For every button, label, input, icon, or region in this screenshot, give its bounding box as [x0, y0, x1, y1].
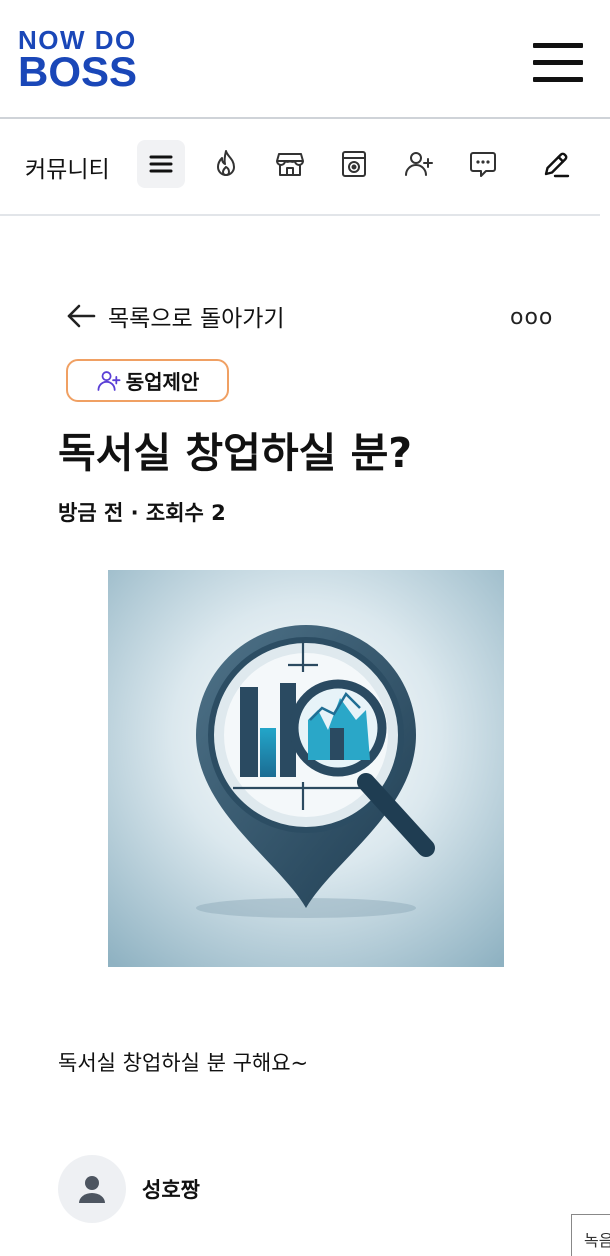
user-avatar-icon — [58, 1155, 126, 1223]
category-bar: 커뮤니티 — [0, 121, 600, 216]
post-body: 독서실 창업하실 분 구해요~ — [58, 1051, 309, 1075]
corner-widget[interactable]: 녹음 — [571, 1214, 610, 1256]
category-tag: 동업제안 — [66, 359, 229, 402]
post-image — [108, 570, 504, 967]
back-to-list-link[interactable]: 목록으로 돌아가기 — [64, 299, 285, 333]
user-plus-icon — [97, 370, 121, 391]
post-title: 독서실 창업하실 분? — [58, 429, 413, 477]
tag-label: 동업제안 — [125, 370, 200, 394]
pencil-icon[interactable] — [532, 140, 580, 188]
author-info[interactable]: 성호짱 — [58, 1155, 200, 1223]
post-meta: 방금 전 · 조회수 2 — [58, 501, 226, 525]
list-icon[interactable] — [137, 140, 185, 188]
site-header: NOW DO BOSS — [0, 0, 610, 119]
location-magnifier-illustration — [108, 570, 504, 967]
user-plus-icon[interactable] — [395, 140, 443, 188]
hamburger-menu-icon[interactable] — [533, 43, 583, 83]
arrow-left-icon — [67, 304, 96, 328]
fire-icon[interactable] — [202, 140, 250, 188]
logo-line2: BOSS — [18, 48, 138, 95]
chat-bubble-icon[interactable] — [459, 140, 507, 188]
site-logo[interactable]: NOW DO BOSS — [18, 27, 137, 93]
store-icon[interactable] — [266, 140, 314, 188]
back-label: 목록으로 돌아가기 — [108, 306, 285, 332]
author-name: 성호짱 — [142, 1178, 200, 1202]
shop-window-icon[interactable] — [330, 140, 378, 188]
more-options-button[interactable]: ooo — [510, 305, 553, 330]
category-title: 커뮤니티 — [25, 157, 110, 183]
